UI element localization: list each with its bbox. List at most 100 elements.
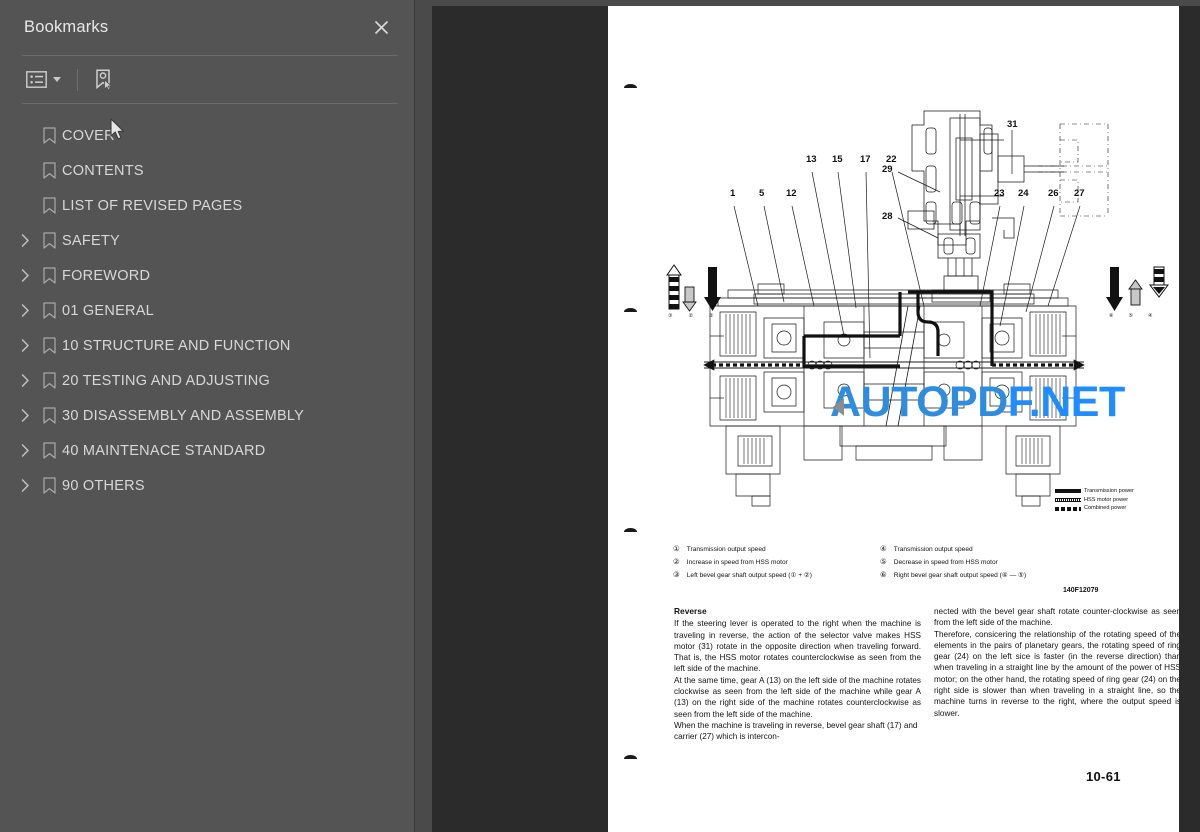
diagram-callout: 15 (832, 154, 843, 165)
speed-arrow-labels-right: ⑥⑤④ (1109, 313, 1153, 319)
diagram-callout: 29 (882, 164, 893, 175)
bookmark-item-20-testing-and-adjusting[interactable]: 20 TESTING AND ADJUSTING (0, 363, 414, 398)
chevron-right-icon[interactable] (14, 398, 36, 433)
sidebar-header: Bookmarks (0, 0, 414, 55)
chevron-down-icon[interactable] (53, 77, 61, 82)
panel-title: Bookmarks (24, 18, 109, 36)
speed-arrow-labels-left: ③②① (668, 313, 714, 319)
bookmark-item-label: COVER (62, 127, 115, 144)
bookmark-item-01-general[interactable]: 01 GENERAL (0, 293, 414, 328)
caption-legend-item: ⑤ Decrease in speed from HSS motor (880, 557, 1026, 570)
bookmark-item-40-maintenace-standard[interactable]: 40 MAINTENACE STANDARD (0, 433, 414, 468)
paragraph: When the machine is traveling in reverse… (674, 720, 918, 742)
pdf-page[interactable]: 1 5 12 13 15 17 22 23 24 26 27 28 29 31 (608, 6, 1179, 832)
bookmark-item-label: 20 TESTING AND ADJUSTING (62, 372, 270, 389)
page-edge-tick (624, 528, 637, 532)
caption-text: Right bevel gear shaft output speed (④ —… (893, 572, 1027, 579)
bookmark-icon (36, 477, 62, 494)
bookmarks-toolbar (0, 56, 414, 140)
caption-mark: ① (673, 544, 680, 553)
paragraph: Therefore, consicering the relationship … (934, 629, 1179, 718)
text-column-left: Reverse If the steering lever is operate… (674, 606, 921, 743)
bookmark-item-cover[interactable]: COVER (0, 118, 414, 153)
chevron-right-icon[interactable] (14, 363, 36, 398)
caption-mark: ② (673, 557, 680, 566)
caption-text: Transmission output speed (686, 546, 766, 553)
caption-text: Decrease in speed from HSS motor (893, 559, 998, 566)
caption-mark: ④ (880, 544, 887, 553)
paragraph: If the steering lever is operated to the… (674, 619, 921, 674)
caption-legend-item: ② Increase in speed from HSS motor (673, 557, 812, 570)
caption-legend-item: ④ Transmission output speed (880, 544, 1026, 557)
diagram-callout: 27 (1074, 188, 1085, 199)
bookmark-list[interactable]: COVER CONTENTS LIST OF REVISED PAGES SAFETY… (0, 104, 414, 832)
caption-legend-item: ⑥ Right bevel gear shaft output speed (④… (880, 570, 1026, 583)
diagram-callout: 17 (860, 154, 871, 165)
swatch-combined-power (1055, 506, 1081, 511)
bookmark-icon (36, 302, 62, 319)
bookmark-item-contents[interactable]: CONTENTS (0, 153, 414, 188)
bookmark-icon (36, 442, 62, 459)
watermark-arrow-icon (833, 398, 844, 416)
bookmark-icon (36, 162, 62, 179)
technical-diagram: 1 5 12 13 15 17 22 23 24 26 27 28 29 31 (608, 6, 1179, 526)
speed-arrows-right: ⑥⑤④ (1102, 261, 1172, 328)
chevron-right-icon[interactable] (14, 293, 36, 328)
caption-text: Left bevel gear shaft output speed (① + … (686, 572, 813, 579)
power-legend-label: HSS motor power (1084, 496, 1129, 503)
bookmark-item-label: CONTENTS (62, 162, 144, 179)
chevron-right-icon[interactable] (14, 468, 36, 503)
power-legend: Transmission power HSS motor power Combi… (1055, 487, 1134, 513)
bookmark-icon (36, 337, 62, 354)
page-number: 10-61 (1086, 769, 1121, 784)
bookmark-item-safety[interactable]: SAFETY (0, 223, 414, 258)
bookmark-item-label: 30 DISASSEMBLY AND ASSEMBLY (62, 407, 305, 424)
diagram-callout: 1 (730, 188, 736, 199)
bookmarks-sidebar: Bookmarks COVER CONTENTS LIST OF REVISED… (0, 0, 415, 832)
diagram-callout: 31 (1007, 119, 1018, 130)
bookmark-item-label: 10 STRUCTURE AND FUNCTION (62, 337, 291, 354)
power-legend-row: HSS motor power (1055, 496, 1134, 505)
paragraph: At the same time, gear A (13) on the lef… (674, 675, 921, 719)
chevron-right-icon[interactable] (14, 433, 36, 468)
pdf-viewer-window: Bookmarks COVER CONTENTS LIST OF REVISED… (0, 0, 1200, 832)
diagram-callout: 23 (994, 188, 1005, 199)
swatch-hss-motor-power (1055, 497, 1081, 502)
bookmark-item-10-structure-and-function[interactable]: 10 STRUCTURE AND FUNCTION (0, 328, 414, 363)
bookmark-item-list-of-revised-pages[interactable]: LIST OF REVISED PAGES (0, 188, 414, 223)
speed-arrows-left: ③②① (656, 261, 726, 328)
bookmark-icon (36, 197, 62, 214)
caption-legend-item: ① Transmission output speed (673, 544, 812, 557)
caption-text: Increase in speed from HSS motor (686, 559, 788, 566)
diagram-callout: 12 (786, 188, 797, 199)
caption-mark: ③ (673, 570, 680, 579)
list-options-icon[interactable] (22, 65, 65, 95)
power-legend-label: Combined power (1084, 505, 1127, 512)
chevron-right-icon[interactable] (14, 223, 36, 258)
diagram-callout: 5 (759, 188, 765, 199)
bookmark-item-label: 40 MAINTENACE STANDARD (62, 442, 266, 459)
bookmark-icon (36, 267, 62, 284)
bookmark-item-30-disassembly-and-assembly[interactable]: 30 DISASSEMBLY AND ASSEMBLY (0, 398, 414, 433)
bookmark-item-foreword[interactable]: FOREWORD (0, 258, 414, 293)
close-icon[interactable] (368, 15, 394, 41)
power-legend-label: Transmission power (1084, 488, 1134, 494)
bookmark-item-label: LIST OF REVISED PAGES (62, 197, 243, 214)
swatch-transmission-power (1055, 489, 1081, 494)
bookmark-item-90-others[interactable]: 90 OTHERS (0, 468, 414, 503)
bookmark-icon (36, 372, 62, 389)
page-edge-tick (624, 755, 637, 759)
bookmark-pointer-icon[interactable] (90, 65, 118, 95)
viewer-left-gutter (415, 0, 432, 832)
diagram-callout: 26 (1048, 188, 1059, 199)
caption-legend-item: ③ Left bevel gear shaft output speed (① … (673, 570, 812, 583)
chevron-right-icon[interactable] (14, 258, 36, 293)
caption-mark: ⑥ (880, 570, 887, 579)
bookmark-icon (36, 232, 62, 249)
chevron-right-icon[interactable] (14, 328, 36, 363)
bookmark-item-label: 01 GENERAL (62, 302, 154, 319)
figure-code: 140F12079 (1063, 587, 1099, 594)
bookmark-item-label: FOREWORD (62, 267, 151, 284)
power-legend-row: Combined power (1055, 504, 1134, 513)
bookmark-item-label: 90 OTHERS (62, 477, 145, 494)
